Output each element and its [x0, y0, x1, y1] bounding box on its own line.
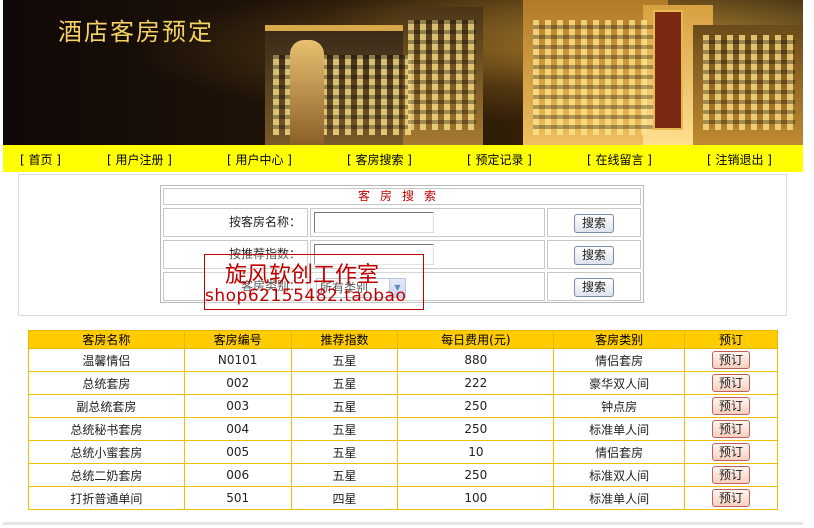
col-room-code: 客房编号 — [183, 330, 292, 349]
search-title: 客房搜索 — [163, 188, 641, 205]
book-button[interactable]: 预订 — [712, 420, 751, 438]
cell-price: 250 — [397, 463, 555, 487]
banner-windows — [533, 20, 653, 135]
nav-room-search[interactable]: [ 客房搜索 ] — [347, 151, 412, 168]
cell-book: 预订 — [684, 417, 778, 441]
cell-price: 10 — [397, 440, 555, 464]
cell-room-type: 豪华双人间 — [553, 371, 686, 395]
main-nav: [ 首页 ] [ 用户注册 ] [ 用户中心 ] [ 客房搜索 ] [ 预定记录… — [3, 145, 803, 172]
cell-rating: 五星 — [290, 348, 399, 372]
cell-room-name: 副总统套房 — [28, 394, 185, 418]
book-button[interactable]: 预订 — [712, 466, 751, 484]
cell-rating: 五星 — [290, 463, 399, 487]
nav-logout[interactable]: [ 注销退出 ] — [707, 151, 772, 168]
table-header-row: 客房名称 客房编号 推荐指数 每日费用(元) 客房类别 预订 — [28, 330, 778, 349]
cell-room-name: 总统秘书套房 — [28, 417, 185, 441]
cell-rating: 五星 — [290, 440, 399, 464]
table-row: 总统二奶套房 006 五星 250 标准双人间 预订 — [28, 463, 778, 487]
cell-room-name: 打折普通单间 — [28, 486, 185, 510]
nav-register[interactable]: [ 用户注册 ] — [107, 151, 172, 168]
cell-room-code: 003 — [183, 394, 292, 418]
cell-room-name: 总统二奶套房 — [28, 463, 185, 487]
cell-room-type: 标准单人间 — [553, 486, 686, 510]
cell-book: 预订 — [684, 371, 778, 395]
table-row: 总统秘书套房 004 五星 250 标准单人间 预订 — [28, 417, 778, 441]
table-row: 总统小蜜套房 005 五星 10 情侣套房 预订 — [28, 440, 778, 464]
book-button[interactable]: 预订 — [712, 374, 751, 392]
nav-guestbook[interactable]: [ 在线留言 ] — [587, 151, 652, 168]
rating-button-cell: 搜索 — [547, 240, 641, 269]
name-input-cell — [310, 208, 545, 237]
cell-book: 预订 — [684, 463, 778, 487]
nav-booking-records[interactable]: [ 预定记录 ] — [467, 151, 532, 168]
cell-book: 预订 — [684, 440, 778, 464]
room-results-table: 客房名称 客房编号 推荐指数 每日费用(元) 客房类别 预订 温馨情侣 N010… — [28, 330, 778, 510]
cell-room-type: 标准单人间 — [553, 417, 686, 441]
cell-room-name: 总统套房 — [28, 371, 185, 395]
cell-rating: 五星 — [290, 394, 399, 418]
name-button-cell: 搜索 — [547, 208, 641, 237]
cell-room-code: N0101 — [183, 348, 292, 372]
cell-room-type: 钟点房 — [553, 394, 686, 418]
nav-user-center[interactable]: [ 用户中心 ] — [227, 151, 292, 168]
table-row: 副总统套房 003 五星 250 钟点房 预订 — [28, 394, 778, 418]
cell-room-code: 006 — [183, 463, 292, 487]
watermark-line2: shop62155482.taobao — [205, 286, 407, 306]
banner-hotel-sign — [653, 10, 683, 130]
footer-divider — [3, 522, 803, 525]
cell-room-code: 002 — [183, 371, 292, 395]
type-button-cell: 搜索 — [547, 272, 641, 301]
room-name-input[interactable] — [314, 212, 434, 233]
name-label: 按客房名称： — [163, 208, 308, 237]
cell-book: 预订 — [684, 394, 778, 418]
cell-rating: 五星 — [290, 371, 399, 395]
table-row: 打折普通单间 501 四星 100 标准单人间 预订 — [28, 486, 778, 510]
cell-room-name: 温馨情侣 — [28, 348, 185, 372]
col-room-name: 客房名称 — [28, 330, 185, 349]
cell-room-code: 004 — [183, 417, 292, 441]
banner-windows — [703, 35, 795, 130]
cell-price: 100 — [397, 486, 555, 510]
book-button[interactable]: 预订 — [712, 489, 751, 507]
col-rating: 推荐指数 — [290, 330, 399, 349]
book-button[interactable]: 预订 — [712, 443, 751, 461]
banner-tower — [290, 40, 324, 145]
book-button[interactable]: 预订 — [712, 351, 751, 369]
cell-book: 预订 — [684, 348, 778, 372]
book-button[interactable]: 预订 — [712, 397, 751, 415]
cell-room-code: 005 — [183, 440, 292, 464]
search-by-rating-button[interactable]: 搜索 — [574, 246, 614, 265]
table-row: 总统套房 002 五星 222 豪华双人间 预订 — [28, 371, 778, 395]
col-room-type: 客房类别 — [553, 330, 686, 349]
cell-room-name: 总统小蜜套房 — [28, 440, 185, 464]
nav-home[interactable]: [ 首页 ] — [20, 151, 61, 168]
table-row: 温馨情侣 N0101 五星 880 情侣套房 预订 — [28, 348, 778, 372]
search-by-type-button[interactable]: 搜索 — [574, 278, 614, 297]
cell-room-type: 情侣套房 — [553, 440, 686, 464]
watermark: 旋风软创工作室 shop62155482.taobao — [204, 254, 424, 310]
cell-rating: 五星 — [290, 417, 399, 441]
cell-room-type: 情侣套房 — [553, 348, 686, 372]
cell-price: 250 — [397, 417, 555, 441]
cell-price: 880 — [397, 348, 555, 372]
cell-room-type: 标准双人间 — [553, 463, 686, 487]
col-daily-price: 每日费用(元) — [397, 330, 555, 349]
page: 酒店客房预定 [ 首页 ] [ 用户注册 ] [ 用户中心 ] [ 客房搜索 ]… — [0, 0, 814, 528]
cell-price: 222 — [397, 371, 555, 395]
site-title: 酒店客房预定 — [58, 18, 214, 46]
cell-price: 250 — [397, 394, 555, 418]
search-by-name-button[interactable]: 搜索 — [574, 214, 614, 233]
cell-room-code: 501 — [183, 486, 292, 510]
header-banner: 酒店客房预定 — [3, 0, 803, 145]
watermark-line1: 旋风软创工作室 — [225, 263, 380, 288]
col-book: 预订 — [684, 330, 778, 349]
cell-book: 预订 — [684, 486, 778, 510]
banner-windows — [408, 20, 476, 130]
cell-rating: 四星 — [290, 486, 399, 510]
